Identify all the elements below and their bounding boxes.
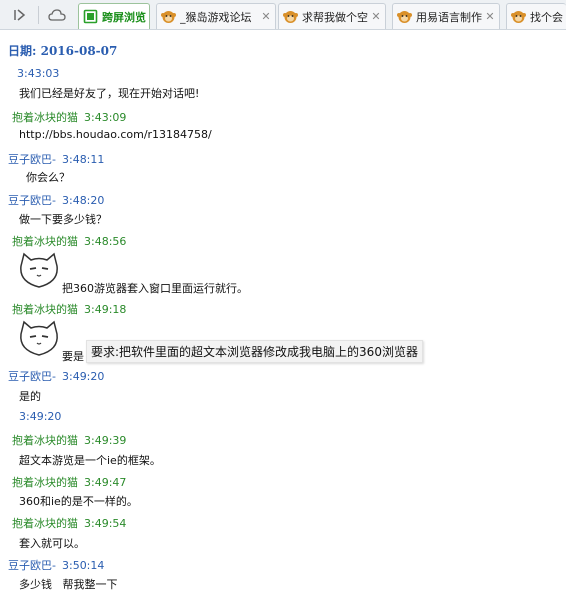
message-header: 豆子欧巴- 3:50:14: [8, 557, 104, 573]
message-time: 3:49:20: [61, 370, 105, 383]
message-header: 3:43:03: [17, 67, 59, 80]
message-time: 3:49:18: [84, 303, 127, 316]
sender-name: 豆子欧巴-: [8, 370, 56, 383]
tab-help-request[interactable]: 求帮我做个空 ✕: [278, 3, 386, 29]
message-header: 抱着冰块的猫 3:49:18: [12, 301, 126, 317]
message-time: 3:48:56: [84, 235, 127, 248]
message-time: 3:43:03: [17, 67, 60, 80]
tab-title: 用易语言制作: [416, 10, 482, 24]
message-text: 是的: [19, 390, 41, 403]
monkey-favicon-icon: [397, 9, 412, 24]
sender-name: 抱着冰块的猫: [12, 517, 78, 530]
message-header: 抱着冰块的猫 3:43:09: [12, 109, 126, 125]
cat-avatar-icon: [17, 316, 61, 360]
message-header: 豆子欧巴- 3:48:20: [8, 192, 104, 208]
message-time: 3:48:20: [61, 194, 105, 207]
tab-title: 跨屏浏览: [102, 10, 146, 24]
message-text: 我们已经是好友了，现在开始对话吧!: [19, 87, 200, 100]
tab-bar: 跨屏浏览 _猴岛游戏论坛 ✕ 求帮我做个空 ✕ 用易语言制作 ✕ 找个会: [0, 0, 566, 30]
toolbar-divider: [38, 5, 39, 24]
cloud-icon[interactable]: [45, 3, 69, 27]
message-time: 3:43:09: [84, 111, 127, 124]
sender-name: 抱着冰块的猫: [12, 476, 78, 489]
monkey-favicon-icon: [161, 9, 176, 24]
message-text: 多少钱 帮我整一下: [19, 578, 118, 591]
cat-avatar-icon: [17, 248, 61, 292]
message-time: 3:49:20: [19, 410, 62, 423]
message-time: 3:49:54: [84, 517, 127, 530]
monkey-favicon-icon: [511, 9, 526, 24]
message-text: 把360游览器套入窗口里面运行就行。: [62, 282, 248, 295]
close-icon[interactable]: ✕: [369, 10, 383, 23]
sender-name: 抱着冰块的猫: [12, 111, 78, 124]
sender-name: 豆子欧巴-: [8, 559, 56, 572]
tab-find-someone[interactable]: 找个会: [506, 3, 566, 29]
tab-cross-screen-browse[interactable]: 跨屏浏览: [78, 3, 150, 29]
date-header: 日期: 2016-08-07: [8, 44, 118, 58]
tab-houdao-forum[interactable]: _猴岛游戏论坛 ✕: [156, 3, 276, 29]
message-header: 3:49:20: [19, 410, 61, 423]
sender-name: 抱着冰块的猫: [12, 303, 78, 316]
sender-name: 抱着冰块的猫: [12, 235, 78, 248]
message-text: 要是: [62, 350, 84, 363]
tab-title: 求帮我做个空: [302, 10, 368, 24]
close-icon[interactable]: ✕: [483, 10, 497, 23]
tooltip-popup: 要求:把软件里面的超文本浏览器修改成我电脑上的360浏览器: [86, 340, 423, 363]
message-text: 你会么？: [26, 171, 70, 184]
tab-title: _猴岛游戏论坛: [180, 10, 252, 24]
message-header: 抱着冰块的猫 3:49:54: [12, 515, 126, 531]
tab-easy-language[interactable]: 用易语言制作 ✕: [392, 3, 500, 29]
message-time: 3:48:11: [61, 153, 105, 166]
sender-name: 豆子欧巴-: [8, 153, 56, 166]
message-text: 做一下要多少钱？: [19, 213, 107, 226]
sender-name: 豆子欧巴-: [8, 194, 56, 207]
message-header: 抱着冰块的猫 3:49:47: [12, 474, 126, 490]
message-time: 3:49:47: [84, 476, 127, 489]
message-text: 超文本游览是一个ie的框架。: [19, 454, 161, 467]
close-icon[interactable]: ✕: [259, 10, 273, 23]
message-header: 抱着冰块的猫 3:48:56: [12, 233, 126, 249]
chat-log[interactable]: 日期: 2016-08-07 3:43:03 我们已经是好友了，现在开始对话吧!…: [0, 30, 566, 600]
cross-screen-browse-icon: [83, 9, 98, 24]
play-forward-icon[interactable]: [8, 3, 32, 27]
message-header: 豆子欧巴- 3:49:20: [8, 368, 104, 384]
message-time: 3:49:39: [84, 434, 127, 447]
message-link[interactable]: http://bbs.houdao.com/r13184758/: [19, 128, 212, 141]
message-text: 套入就可以。: [19, 537, 85, 550]
sender-name: 抱着冰块的猫: [12, 434, 78, 447]
message-time: 3:50:14: [61, 559, 105, 572]
message-text: 360和ie的是不一样的。: [19, 495, 138, 508]
message-header: 豆子欧巴- 3:48:11: [8, 151, 104, 167]
monkey-favicon-icon: [283, 9, 298, 24]
message-header: 抱着冰块的猫 3:49:39: [12, 432, 126, 448]
tab-title: 找个会: [530, 10, 563, 24]
